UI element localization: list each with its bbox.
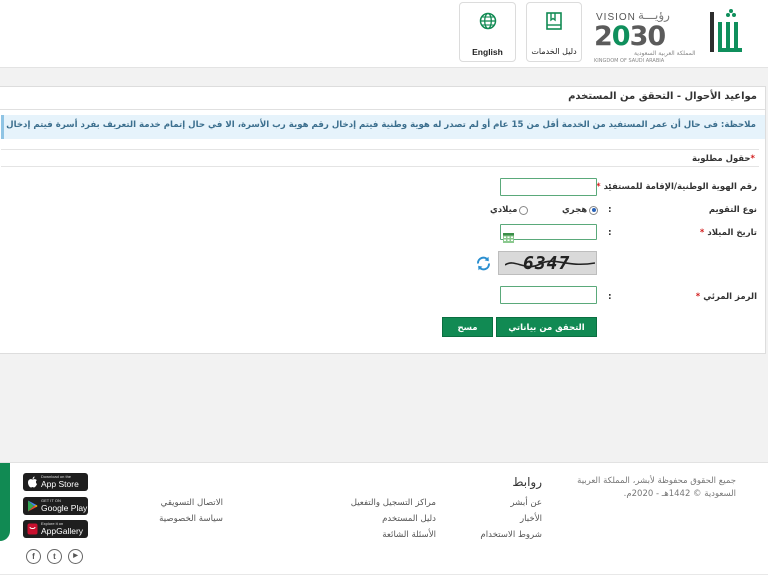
- links-heading: روابط: [512, 475, 542, 489]
- id-colon: :: [608, 182, 612, 192]
- vision-year: 2030: [594, 21, 666, 52]
- calendar-colon: :: [608, 205, 612, 215]
- globe-icon: [460, 11, 515, 31]
- site-footer: جميع الحقوق محفوظة لأبشر، المملكة العربي…: [0, 462, 768, 584]
- hijri-option[interactable]: هجري: [562, 205, 599, 215]
- vision-subtitle-en: KINGDOM OF SAUDI ARABIA: [594, 58, 665, 64]
- calendar-icon[interactable]: [503, 228, 514, 243]
- google-play-label: Google Play: [41, 503, 88, 513]
- captcha-image: 6347: [498, 251, 597, 275]
- id-number-input[interactable]: [500, 178, 597, 196]
- english-label: English: [472, 47, 503, 57]
- footer-link-about[interactable]: عن أبشر: [510, 498, 542, 508]
- required-fields-note: *حقول مطلوبة: [691, 154, 755, 164]
- page-title: مواعيد الأحوال - التحقق من المستخدم: [568, 91, 757, 102]
- services-guide-label: دليل الخدمات: [531, 47, 577, 56]
- book-icon: [527, 11, 581, 31]
- footer-link-registration-centers[interactable]: مراكز التسجيل والتفعيل: [351, 498, 436, 508]
- footer-link-marketing[interactable]: الاتصال التسويقي: [161, 498, 223, 508]
- title-divider: [0, 109, 765, 110]
- footer-link-privacy[interactable]: سياسة الخصوصية: [159, 514, 223, 524]
- birth-date-label: تاريخ الميلاد *: [699, 228, 757, 238]
- verification-panel: مواعيد الأحوال - التحقق من المستخدم ملاح…: [0, 86, 766, 354]
- captcha-text: 6347: [523, 253, 571, 274]
- footer-bottom-divider: [0, 574, 768, 575]
- footer-link-faq[interactable]: الأسئلة الشائعة: [382, 530, 436, 540]
- birthdate-colon: :: [608, 228, 612, 238]
- hijri-radio[interactable]: [589, 205, 599, 215]
- services-guide-button[interactable]: دليل الخدمات: [526, 2, 582, 62]
- youtube-icon[interactable]: ▶: [68, 549, 83, 564]
- apple-icon: [28, 476, 37, 488]
- huawei-icon: [27, 523, 38, 535]
- site-header: VISION رؤيـــة 2030 المملكة العربية السع…: [0, 0, 768, 68]
- required-fields-bar: *حقول مطلوبة: [1, 149, 759, 167]
- refresh-captcha-icon[interactable]: [475, 255, 492, 272]
- info-note: ملاحظة: فى حال أن عمر المستفيد من الخدمة…: [1, 115, 765, 139]
- app-store-badge[interactable]: Download on the App Store: [23, 473, 88, 491]
- code-colon: :: [608, 292, 612, 302]
- gregorian-label: ميلادي: [490, 205, 518, 215]
- app-gallery-badge[interactable]: Explore it on AppGallery: [23, 520, 88, 538]
- id-number-label: رقم الهوية الوطنية/الإقامة للمستفيد *: [596, 182, 757, 192]
- vision-subtitle-ar: المملكة العربية السعودية: [634, 50, 696, 57]
- absher-logo[interactable]: [708, 8, 750, 58]
- hijri-label: هجري: [562, 205, 588, 215]
- app-gallery-label: AppGallery: [41, 526, 84, 536]
- vision-2030-logo: VISION رؤيـــة 2030 المملكة العربية السع…: [594, 8, 704, 64]
- gregorian-option[interactable]: ميلادي: [490, 205, 529, 215]
- footer-link-user-guide[interactable]: دليل المستخدم: [382, 514, 436, 524]
- facebook-icon[interactable]: f: [26, 549, 41, 564]
- google-play-icon: [28, 500, 38, 512]
- google-play-badge[interactable]: GET IT ON Google Play: [23, 497, 88, 515]
- footer-accent: [0, 463, 10, 541]
- app-store-label: App Store: [41, 479, 79, 489]
- footer-link-news[interactable]: الأخبار: [520, 514, 542, 524]
- visual-code-label: الرمز المرئي *: [695, 292, 757, 302]
- gregorian-radio[interactable]: [519, 205, 529, 215]
- vision-arabic: رؤيـــة: [638, 8, 670, 22]
- visual-code-input[interactable]: [500, 286, 597, 304]
- verify-button[interactable]: التحقق من بياناتي: [496, 317, 597, 337]
- english-language-button[interactable]: English: [459, 2, 516, 62]
- copyright-text: جميع الحقوق محفوظة لأبشر، المملكة العربي…: [577, 476, 736, 499]
- calendar-type-label: نوع التقويم: [708, 205, 757, 215]
- twitter-icon[interactable]: t: [47, 549, 62, 564]
- clear-button[interactable]: مسح: [442, 317, 493, 337]
- footer-link-terms[interactable]: شروط الاستخدام: [480, 530, 542, 540]
- birth-date-input[interactable]: [500, 224, 597, 243]
